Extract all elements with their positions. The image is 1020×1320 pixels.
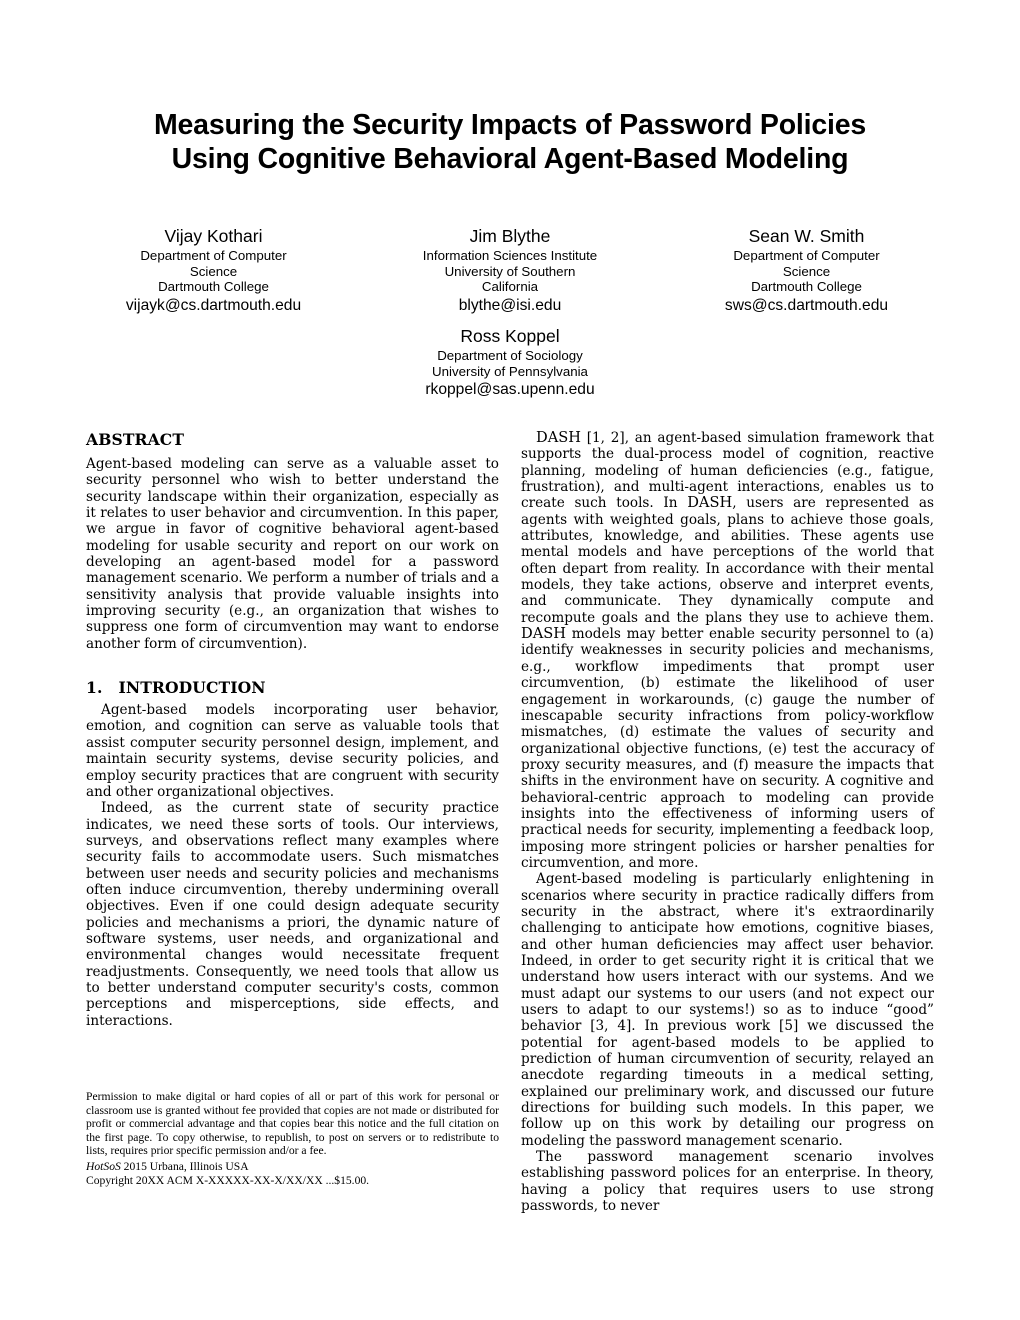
author-block-1: Vijay Kothari Department of Computer Sci… bbox=[86, 226, 341, 315]
author-affiliation-line: Dartmouth College bbox=[158, 279, 269, 295]
section-number: 1. bbox=[86, 678, 103, 698]
venue-location: 2015 Urbana, Illinois USA bbox=[120, 1159, 249, 1173]
permission-notice: Permission to make digital or hard copie… bbox=[86, 1090, 499, 1158]
author-email[interactable]: blythe@isi.edu bbox=[383, 296, 638, 315]
author-affiliation-line: Department of Computer bbox=[733, 248, 880, 263]
venue-name: HotSoS bbox=[86, 1159, 121, 1173]
author-block-3: Sean W. Smith Department of Computer Sci… bbox=[679, 226, 934, 315]
dash-acronym: DASH bbox=[687, 494, 733, 512]
dash-acronym: DASH bbox=[536, 429, 581, 446]
right-column: DASH [1, 2], an agent-based simulation f… bbox=[521, 429, 934, 1215]
author-block-2: Jim Blythe Information Sciences Institut… bbox=[383, 226, 638, 315]
author-email[interactable]: vijayk@cs.dartmouth.edu bbox=[86, 296, 341, 315]
author-email[interactable]: sws@cs.dartmouth.edu bbox=[679, 296, 934, 315]
left-column: ABSTRACT Agent-based modeling can serve … bbox=[86, 430, 499, 1029]
author-block-4: Ross Koppel Department of Sociology Univ… bbox=[86, 326, 934, 399]
right-paragraph-1-text-c: models may better enable security person… bbox=[521, 626, 934, 871]
section-title: INTRODUCTION bbox=[118, 678, 266, 698]
abstract-heading: ABSTRACT bbox=[86, 430, 185, 449]
author-affiliation-line: Dartmouth College bbox=[751, 279, 862, 295]
author-affiliation-line: University of Southern bbox=[444, 263, 576, 279]
author-affiliation-line: Science bbox=[189, 263, 238, 279]
author-affiliation-line: California bbox=[481, 279, 539, 295]
author-list: Vijay Kothari Department of Computer Sci… bbox=[86, 226, 934, 315]
intro-paragraph-1: Agent-based models incorporating user be… bbox=[86, 702, 499, 800]
author-name: Vijay Kothari bbox=[164, 226, 263, 246]
introduction-heading: 1. INTRODUCTION bbox=[86, 678, 499, 697]
author-email[interactable]: rkoppel@sas.upenn.edu bbox=[86, 380, 934, 399]
right-paragraph-3: The password management scenario involve… bbox=[521, 1149, 934, 1215]
right-paragraph-1: DASH [1, 2], an agent-based simulation f… bbox=[521, 429, 934, 871]
author-name: Jim Blythe bbox=[469, 226, 551, 246]
author-affiliation-line: Department of Computer bbox=[140, 248, 287, 263]
author-name: Ross Koppel bbox=[460, 326, 560, 346]
paper-page: Measuring the Security Impacts of Passwo… bbox=[0, 0, 1020, 1320]
intro-paragraph-2: Indeed, as the current state of security… bbox=[86, 800, 499, 1029]
right-paragraph-2: Agent-based modeling is particularly enl… bbox=[521, 871, 934, 1149]
author-name: Sean W. Smith bbox=[748, 226, 865, 246]
copyright-line: Copyright 20XX ACM X-XXXXX-XX-X/XX/XX ..… bbox=[86, 1173, 370, 1187]
title-line-1: Measuring the Security Impacts of Passwo… bbox=[153, 109, 867, 141]
author-affiliation-line: Department of Sociology bbox=[437, 348, 583, 363]
copyright-block: Permission to make digital or hard copie… bbox=[86, 1084, 499, 1187]
dash-acronym: DASH bbox=[521, 625, 566, 643]
venue-line: HotSoS 2015 Urbana, Illinois USA bbox=[86, 1160, 499, 1174]
author-affiliation-line: Science bbox=[782, 263, 831, 279]
paper-title: Measuring the Security Impacts of Passwo… bbox=[86, 108, 934, 176]
abstract-body: Agent-based modeling can serve as a valu… bbox=[86, 456, 499, 652]
author-affiliation-line: Information Sciences Institute bbox=[422, 248, 598, 263]
author-affiliation-line: University of Pennsylvania bbox=[432, 363, 588, 379]
right-paragraph-1-text-b: , users are represented as agents with w… bbox=[521, 495, 934, 626]
title-line-2: Using Cognitive Behavioral Agent-Based M… bbox=[171, 143, 849, 175]
